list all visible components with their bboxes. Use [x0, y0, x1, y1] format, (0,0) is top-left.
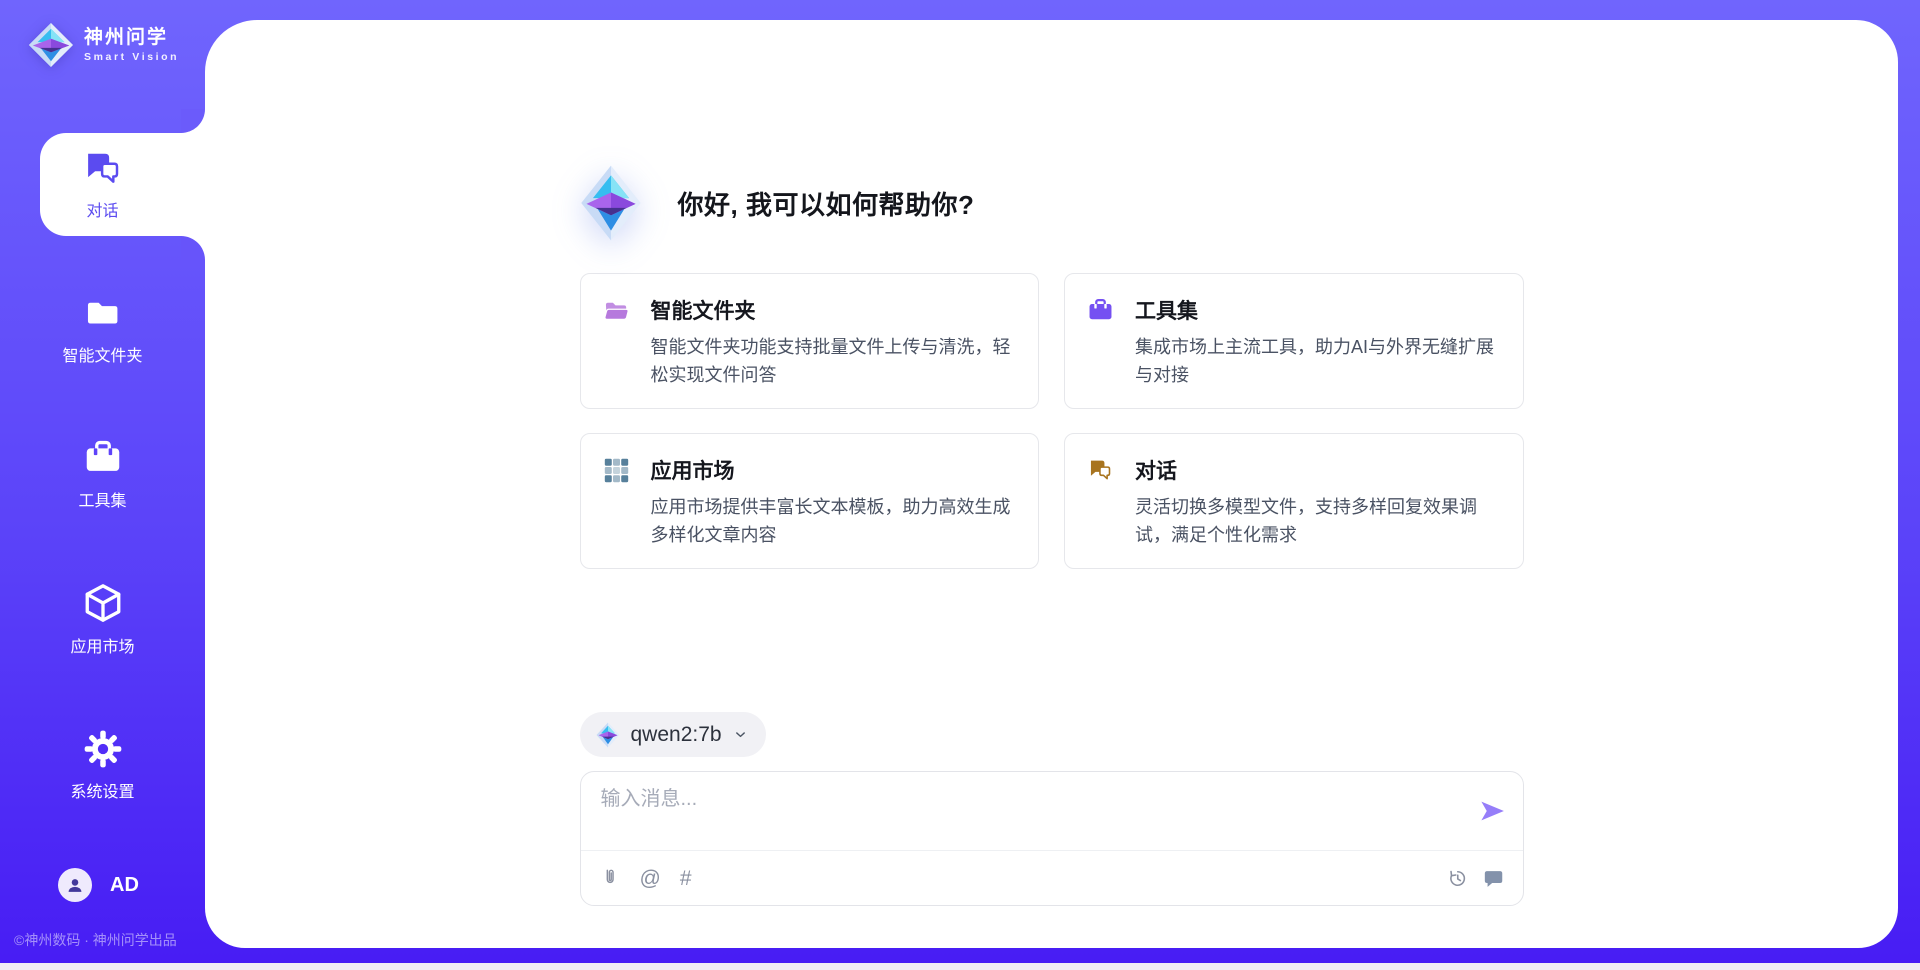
open-folder-icon [603, 297, 630, 324]
sidebar: 神州问学 Smart Vision 对话 智能文件夹 工具集 应用市场 系统设置… [0, 0, 205, 970]
history-button[interactable] [1447, 868, 1468, 889]
greeting-diamond-icon [580, 164, 642, 242]
user-initials: AD [110, 874, 139, 897]
send-icon [1477, 796, 1507, 826]
chat-bubble-icon [1483, 867, 1505, 889]
card-title: 对话 [1135, 455, 1499, 485]
composer-toolbar: @ # [581, 850, 1523, 905]
card-description: 应用市场提供丰富长文本模板，助力高效生成多样化文章内容 [651, 494, 1015, 550]
card-toolset[interactable]: 工具集 集成市场上主流工具，助力AI与外界无缝扩展与对接 [1064, 273, 1524, 409]
briefcase-icon [81, 438, 125, 478]
gear-icon [83, 729, 123, 769]
topic-button[interactable]: # [680, 868, 692, 889]
copyright: ©神州数码 · 神州问学出品 [14, 930, 177, 950]
sidebar-item-label: 工具集 [78, 487, 126, 511]
hash-icon: # [680, 868, 692, 889]
sidebar-item-system-settings[interactable]: 系统设置 [0, 725, 205, 805]
greeting-title: 你好, 我可以如何帮助你? [678, 185, 975, 222]
greeting: 你好, 我可以如何帮助你? [580, 163, 1524, 243]
paperclip-icon [599, 867, 621, 889]
model-selector[interactable]: qwen2:7b [580, 712, 766, 757]
brand-diamond-icon [28, 22, 74, 68]
brand-logo: 神州问学 Smart Vision [28, 22, 179, 68]
card-description: 智能文件夹功能支持批量文件上传与清洗，轻松实现文件问答 [651, 334, 1015, 390]
folder-icon [83, 295, 123, 333]
composer: @ # [580, 771, 1524, 906]
sidebar-item-toolset[interactable]: 工具集 [0, 434, 205, 514]
model-diamond-icon [596, 722, 620, 748]
card-title: 智能文件夹 [651, 295, 1015, 325]
chat-bubbles-icon [82, 148, 124, 190]
briefcase-icon [1087, 297, 1114, 324]
mention-button[interactable]: @ [640, 868, 661, 889]
send-button[interactable] [1477, 796, 1507, 826]
card-app-market[interactable]: 应用市场 应用市场提供丰富长文本模板，助力高效生成多样化文章内容 [580, 433, 1040, 569]
card-chat[interactable]: 对话 灵活切换多模型文件，支持多样回复效果调试，满足个性化需求 [1064, 433, 1524, 569]
app-root: { "brand": { "name": "神州问学", "tagline": … [0, 0, 1920, 970]
brand-tagline: Smart Vision [84, 51, 179, 63]
card-title: 应用市场 [651, 455, 1015, 485]
card-title: 工具集 [1135, 295, 1499, 325]
content-panel: 你好, 我可以如何帮助你? 智能文件夹 智能文件夹功能支持批量文件上传与清洗，轻… [205, 20, 1898, 948]
grid-icon [603, 457, 630, 484]
sidebar-item-smart-folders[interactable]: 智能文件夹 [0, 290, 205, 370]
sidebar-item-label: 对话 [86, 197, 118, 221]
cube-icon [82, 582, 124, 624]
sidebar-item-label: 智能文件夹 [62, 342, 142, 366]
chevron-down-icon [733, 727, 748, 742]
sidebar-item-app-market[interactable]: 应用市场 [0, 579, 205, 659]
card-description: 集成市场上主流工具，助力AI与外界无缝扩展与对接 [1135, 334, 1499, 390]
avatar [58, 868, 92, 902]
sidebar-item-label: 应用市场 [70, 633, 134, 657]
brand-name: 神州问学 [84, 27, 179, 50]
card-description: 灵活切换多模型文件，支持多样回复效果调试，满足个性化需求 [1135, 494, 1499, 550]
sidebar-item-label: 系统设置 [70, 778, 134, 802]
feature-cards: 智能文件夹 智能文件夹功能支持批量文件上传与清洗，轻松实现文件问答 工具集 集成… [580, 273, 1524, 569]
sidebar-item-chat[interactable]: 对话 [0, 133, 205, 236]
at-icon: @ [640, 868, 661, 889]
history-icon [1447, 868, 1468, 889]
model-name: qwen2:7b [631, 723, 722, 747]
tab-join-curve-bottom [181, 236, 205, 260]
user-profile[interactable]: AD [58, 868, 139, 902]
attach-button[interactable] [599, 867, 621, 889]
message-input[interactable] [601, 788, 1459, 811]
quick-chat-button[interactable] [1483, 867, 1505, 889]
user-icon [64, 874, 86, 896]
tab-join-curve-top [181, 109, 205, 133]
chat-icon [1087, 457, 1114, 484]
card-smart-folder[interactable]: 智能文件夹 智能文件夹功能支持批量文件上传与清洗，轻松实现文件问答 [580, 273, 1040, 409]
horizontal-scrollbar[interactable] [0, 963, 1920, 970]
